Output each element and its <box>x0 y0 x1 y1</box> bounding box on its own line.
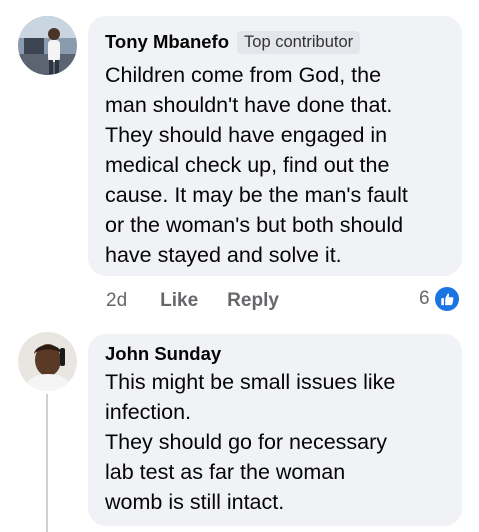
comment-timestamp[interactable]: 2d <box>106 290 127 312</box>
reply-thread-line <box>46 394 48 532</box>
comment-text-line: have stayed and solve it. <box>105 243 342 267</box>
reply-button[interactable]: Reply <box>227 290 279 312</box>
comment-text-line: cause. It may be the man's fault <box>105 183 408 207</box>
comment-text-line: or the woman's but both should <box>105 213 404 237</box>
comment-text: This might be small issues like infectio… <box>105 367 445 517</box>
comment-header: John Sunday <box>105 343 445 365</box>
comment-text-line: Children come from God, the <box>105 63 382 87</box>
comment-text-line: medical check up, find out the <box>105 153 390 177</box>
reaction-count: 6 <box>419 288 430 309</box>
comment-header: Tony Mbanefo Top contributor <box>105 28 445 56</box>
author-name[interactable]: Tony Mbanefo <box>105 31 229 53</box>
reaction-summary[interactable]: 6 <box>419 285 461 313</box>
top-contributor-badge: Top contributor <box>237 30 361 54</box>
avatar[interactable] <box>18 16 77 75</box>
comment-text-line: man shouldn't have done that. <box>105 93 393 117</box>
comment-text-line: womb is still intact. <box>105 490 285 514</box>
comment-bubble: Tony Mbanefo Top contributor Children co… <box>88 16 462 276</box>
comment-actions: 2d Like Reply <box>106 287 279 315</box>
comment-text-line: infection. <box>105 400 192 424</box>
comment-text-line: They should go for necessary <box>105 430 388 454</box>
avatar-photo <box>18 16 77 75</box>
comment-bubble: John Sunday This might be small issues l… <box>88 334 462 526</box>
comment-text-line: lab test as far the woman <box>105 460 346 484</box>
comment-text-line: They should have engaged in <box>105 123 388 147</box>
author-name[interactable]: John Sunday <box>105 343 221 365</box>
comment-text-line: This might be small issues like <box>105 370 396 394</box>
like-button[interactable]: Like <box>160 290 198 312</box>
avatar-photo <box>18 332 77 391</box>
thumbs-up-icon <box>432 285 461 313</box>
avatar[interactable] <box>18 332 77 391</box>
comment-text: Children come from God, the man shouldn'… <box>105 60 445 270</box>
